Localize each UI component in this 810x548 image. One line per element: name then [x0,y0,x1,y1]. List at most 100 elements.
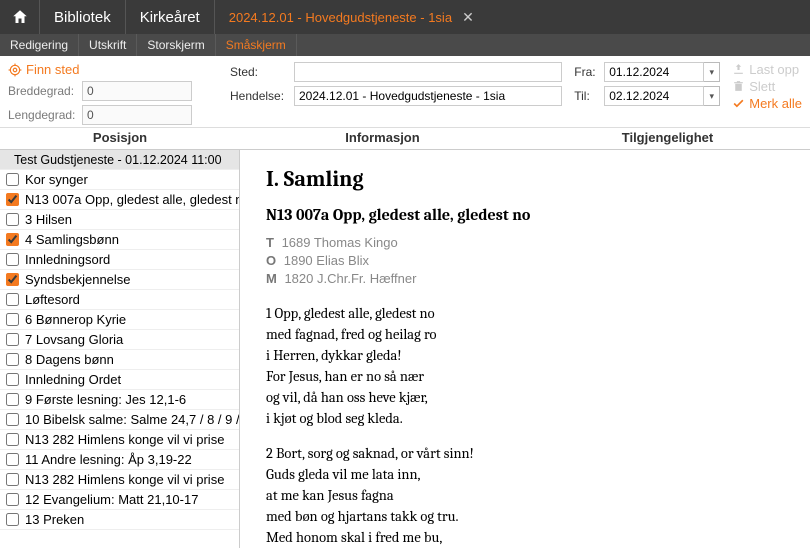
list-item-label: 7 Lovsang Gloria [25,332,123,347]
list-item[interactable]: 13 Preken [0,510,239,530]
check-icon [732,97,745,110]
list-item-checkbox[interactable] [6,473,19,486]
secondary-toolbar: Redigering Utskrift Storskjerm Småskjerm [0,34,810,56]
target-icon [8,63,22,77]
menu-bibliotek[interactable]: Bibliotek [40,0,126,34]
hendelse-label: Hendelse: [230,89,288,103]
col-informasjon: Informasjon [240,128,525,149]
lengdegrad-label: Lengdegrad: [8,108,76,122]
hymn-title: N13 007a Opp, gledest alle, gledest no [266,206,784,224]
breddegrad-label: Breddegrad: [8,84,76,98]
list-item[interactable]: 12 Evangelium: Matt 21,10-17 [0,490,239,510]
list-item-checkbox[interactable] [6,193,19,206]
til-date-input[interactable] [604,86,704,106]
list-item[interactable]: N13 007a Opp, gledest alle, gledest no [0,190,239,210]
upload-icon [732,63,745,76]
list-item-checkbox[interactable] [6,273,19,286]
list-item-checkbox[interactable] [6,513,19,526]
hendelse-input[interactable] [294,86,562,106]
list-item-label: 11 Andre lesning: Åp 3,19-22 [25,452,192,467]
list-item-label: Syndsbekjennelse [25,272,131,287]
list-item[interactable]: Syndsbekjennelse [0,270,239,290]
list-item-checkbox[interactable] [6,433,19,446]
list-item-checkbox[interactable] [6,253,19,266]
slett-link: Slett [732,79,802,94]
position-list[interactable]: Test Gudstjeneste - 01.12.2024 11:00 Kor … [0,150,240,548]
list-item-label: 9 Første lesning: Jes 12,1-6 [25,392,186,407]
list-item-checkbox[interactable] [6,393,19,406]
sted-input[interactable] [294,62,562,82]
list-item-label: Innledning Ordet [25,372,121,387]
close-tab-icon[interactable]: ✕ [462,9,474,26]
column-headers: Posisjon Informasjon Tilgjengelighet [0,128,810,150]
list-item-checkbox[interactable] [6,213,19,226]
hymn-verse: 1 Opp, gledest alle, gledest nomed fagna… [266,303,784,429]
list-item-checkbox[interactable] [6,333,19,346]
list-item[interactable]: 3 Hilsen [0,210,239,230]
col-tilgjengelighet: Tilgjengelighet [525,128,810,149]
list-item-checkbox[interactable] [6,373,19,386]
list-item-label: N13 282 Himlens konge vil vi prise [25,472,224,487]
list-item-checkbox[interactable] [6,493,19,506]
list-header[interactable]: Test Gudstjeneste - 01.12.2024 11:00 [0,150,239,170]
list-item[interactable]: 9 Første lesning: Jes 12,1-6 [0,390,239,410]
list-item-checkbox[interactable] [6,353,19,366]
trash-icon [732,80,745,93]
home-icon [11,8,29,26]
list-item-checkbox[interactable] [6,453,19,466]
list-item-label: 8 Dagens bønn [25,352,114,367]
fra-label: Fra: [574,65,598,79]
list-item-checkbox[interactable] [6,233,19,246]
tab-redigering[interactable]: Redigering [0,34,79,56]
list-item-label: 3 Hilsen [25,212,72,227]
list-item-checkbox[interactable] [6,413,19,426]
col-posisjon: Posisjon [0,128,240,149]
list-item-label: 4 Samlingsbønn [25,232,119,247]
hymn-verse: 2 Bort, sorg og saknad, or vårt sinn!Gud… [266,443,784,548]
finn-sted-link[interactable]: Finn sted [8,62,218,77]
list-item[interactable]: 10 Bibelsk salme: Salme 24,7 / 8 / 9 / 1… [0,410,239,430]
section-title: I. Samling [266,166,784,192]
list-item[interactable]: 6 Bønnerop Kyrie [0,310,239,330]
fra-date-caret[interactable]: ▾ [704,62,720,82]
til-date-caret[interactable]: ▾ [704,86,720,106]
list-item[interactable]: N13 282 Himlens konge vil vi prise [0,470,239,490]
list-item[interactable]: Kor synger [0,170,239,190]
list-item[interactable]: 11 Andre lesning: Åp 3,19-22 [0,450,239,470]
home-button[interactable] [0,0,40,34]
list-item[interactable]: 4 Samlingsbønn [0,230,239,250]
list-item-checkbox[interactable] [6,313,19,326]
tab-utskrift[interactable]: Utskrift [79,34,137,56]
menu-kirkearet[interactable]: Kirkeåret [126,0,215,34]
breddegrad-input [82,81,192,101]
list-item-checkbox[interactable] [6,173,19,186]
list-item[interactable]: Innledningsord [0,250,239,270]
til-label: Til: [574,89,598,103]
merk-alle-link[interactable]: Merk alle [732,96,802,111]
menubar: Bibliotek Kirkeåret 2024.12.01 - Hovedgu… [0,0,810,34]
list-item-label: 6 Bønnerop Kyrie [25,312,126,327]
main-area: Test Gudstjeneste - 01.12.2024 11:00 Kor … [0,150,810,548]
content-pane: I. Samling N13 007a Opp, gledest alle, g… [240,150,810,548]
lengdegrad-input [82,105,192,125]
list-item[interactable]: Løftesord [0,290,239,310]
list-item[interactable]: 8 Dagens bønn [0,350,239,370]
tab-smaskjerm[interactable]: Småskjerm [216,34,297,56]
active-document-tab[interactable]: 2024.12.01 - Hovedgudstjeneste - 1sia ✕ [215,0,488,34]
fra-date-input[interactable] [604,62,704,82]
tab-storskjerm[interactable]: Storskjerm [137,34,215,56]
hymn-meta: T 1689 Thomas KingoO 1890 Elias BlixM 18… [266,234,784,289]
list-item[interactable]: N13 282 Himlens konge vil vi prise [0,430,239,450]
list-item-checkbox[interactable] [6,293,19,306]
list-item-label: Kor synger [25,172,88,187]
list-item-label: 10 Bibelsk salme: Salme 24,7 / 8 / 9 / 1… [25,412,239,427]
list-item[interactable]: Innledning Ordet [0,370,239,390]
sted-label: Sted: [230,65,288,79]
list-item-label: 12 Evangelium: Matt 21,10-17 [25,492,198,507]
list-item[interactable]: 7 Lovsang Gloria [0,330,239,350]
last-opp-link: Last opp [732,62,802,77]
list-item-label: 13 Preken [25,512,84,527]
list-item-label: Løftesord [25,292,80,307]
list-item-label: N13 007a Opp, gledest alle, gledest no [25,192,239,207]
filter-bar: Finn sted Breddegrad: Lengdegrad: Sted: … [0,56,810,128]
